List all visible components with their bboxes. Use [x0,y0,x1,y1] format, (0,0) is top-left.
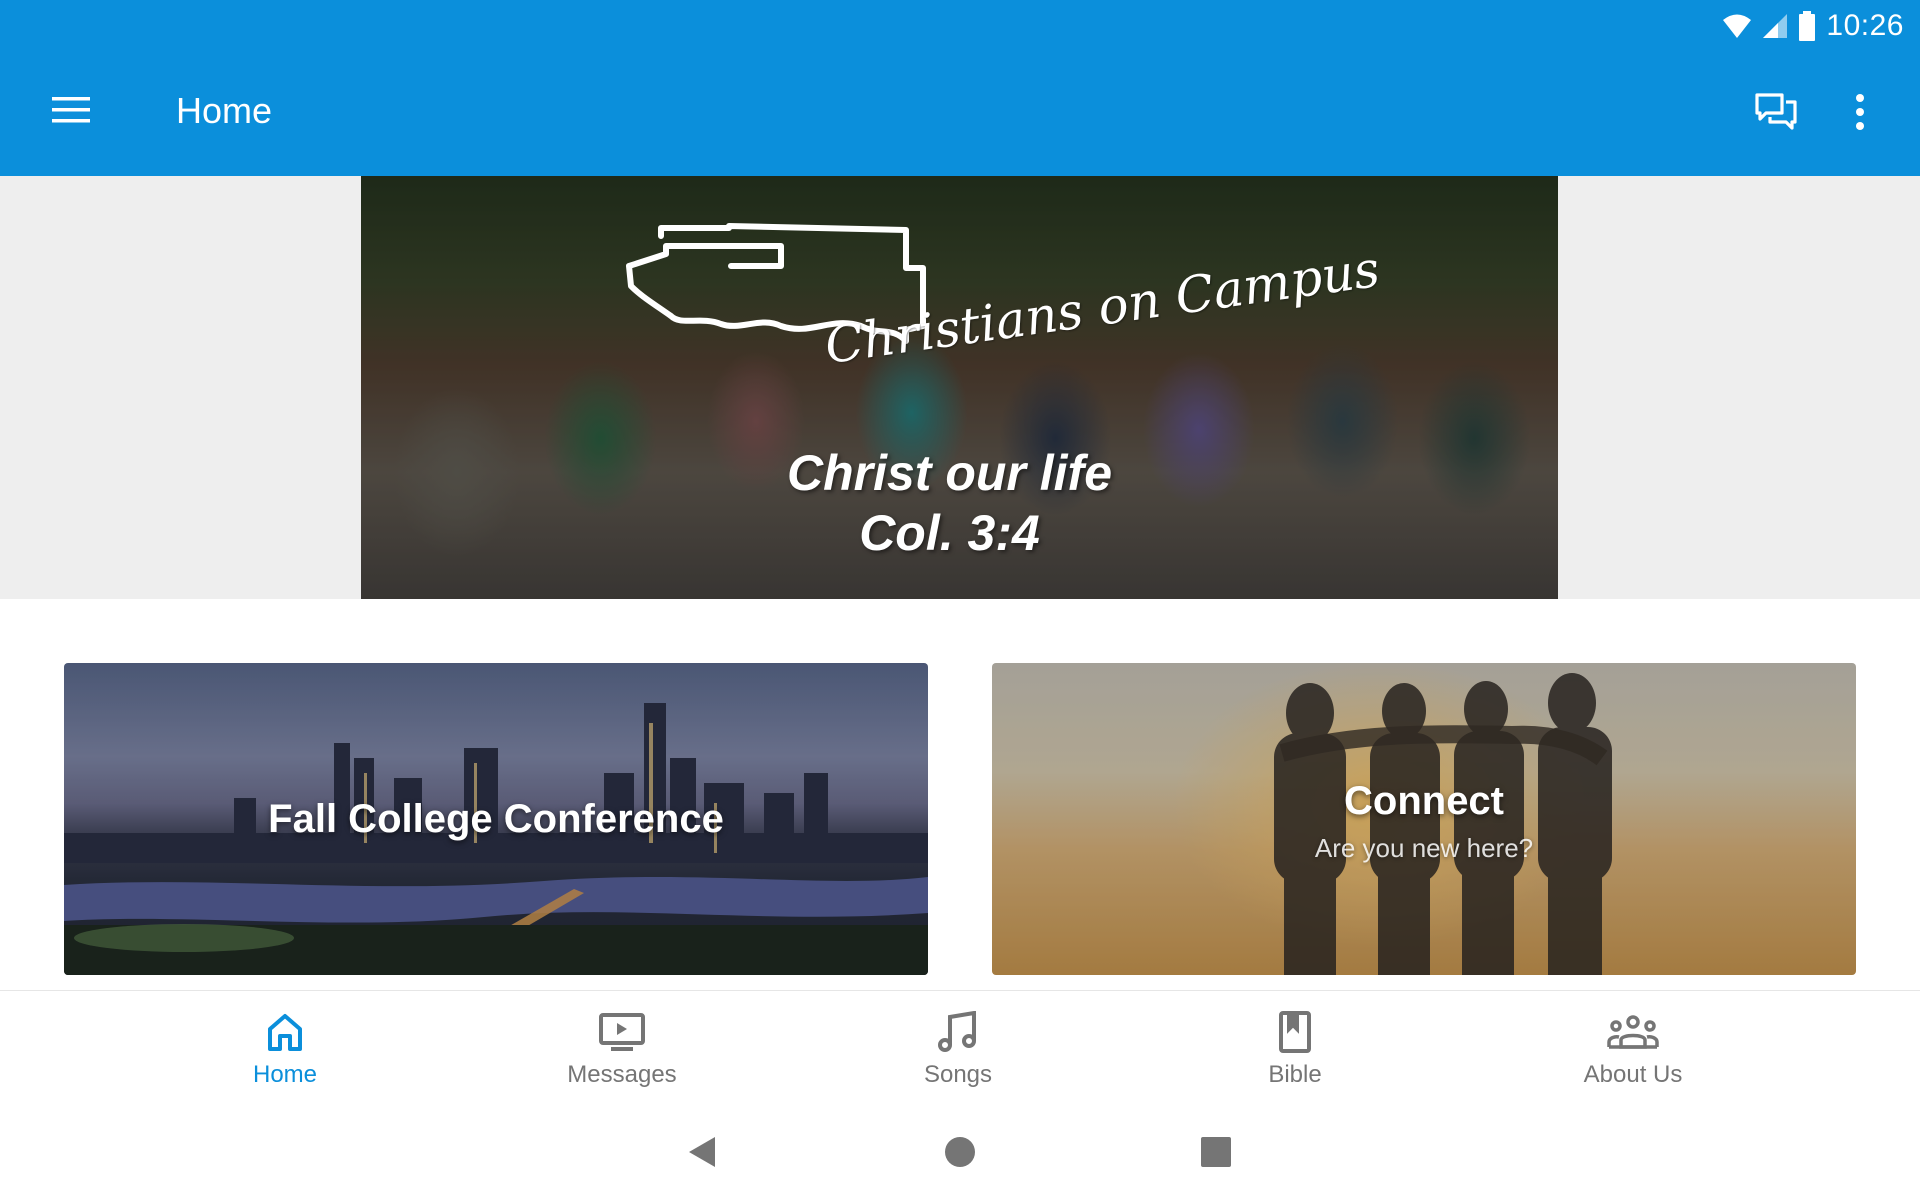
nav-label-about-us: About Us [1583,1061,1683,1088]
chat-icon [1754,92,1798,137]
chat-button[interactable] [1746,84,1806,144]
status-bar: 10:26 [1722,6,1904,46]
home-circle-icon [944,1136,976,1173]
battery-icon [1798,11,1816,41]
nav-item-home[interactable]: Home [175,991,395,1103]
status-time: 10:26 [1826,9,1904,42]
fall-card-title: Fall College Conference [268,797,724,841]
bottom-navigation: Home Messages Songs Bible About Us [0,990,1920,1102]
page-title: Home [176,90,273,131]
app-root: 10:26 Home Christians on Campus Christ o… [0,0,1920,1200]
hero-tagline-line2: Col. 3:4 [859,505,1040,561]
nav-label-bible: Bible [1268,1061,1322,1088]
system-recents-button[interactable] [1186,1126,1246,1182]
nav-item-about-us[interactable]: About Us [1523,991,1743,1103]
nav-label-songs: Songs [923,1061,993,1088]
back-icon [687,1135,717,1174]
home-icon [266,1009,304,1055]
menu-button[interactable] [36,82,108,142]
nav-label-messages: Messages [567,1061,677,1088]
more-options-button[interactable] [1830,84,1890,144]
hamburger-menu-icon [52,95,92,130]
book-icon [1278,1009,1312,1055]
fall-college-conference-card[interactable]: Fall College Conference [64,663,928,975]
video-icon [599,1009,645,1055]
connect-card[interactable]: Connect Are you new here? [992,663,1856,975]
recents-icon [1201,1136,1231,1172]
connect-card-subtitle: Are you new here? [1314,833,1534,863]
system-navigation-bar [0,1102,1920,1200]
connect-card-title: Connect [1344,779,1504,823]
nav-item-songs[interactable]: Songs [848,991,1068,1103]
more-vert-icon [1854,93,1866,135]
system-home-button[interactable] [930,1126,990,1182]
wifi-icon [1722,13,1752,39]
cell-signal-icon [1762,13,1788,39]
hero-banner[interactable]: Christians on Campus Christ our life Col… [361,176,1558,599]
nav-item-messages[interactable]: Messages [512,991,732,1103]
app-bar: 10:26 Home [0,0,1920,176]
system-back-button[interactable] [672,1126,732,1182]
music-note-icon [938,1009,978,1055]
nav-item-bible[interactable]: Bible [1185,991,1405,1103]
nav-label-home: Home [252,1061,318,1088]
group-icon [1607,1009,1659,1055]
hero-tagline-line1: Christ our life [786,445,1113,501]
